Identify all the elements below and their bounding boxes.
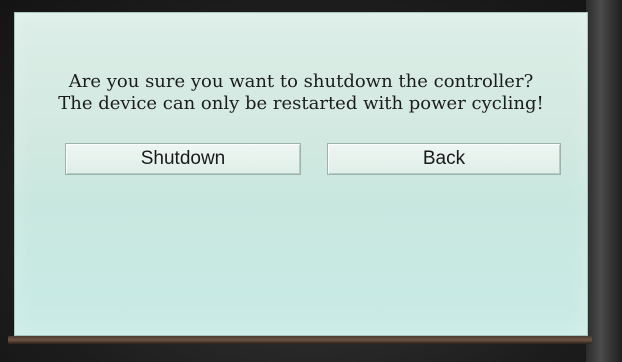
touch-screen: Are you sure you want to shutdown the co… bbox=[14, 12, 588, 336]
shutdown-button[interactable]: Shutdown bbox=[65, 143, 301, 175]
confirmation-message: Are you sure you want to shutdown the co… bbox=[15, 71, 587, 115]
back-button-label: Back bbox=[422, 148, 466, 169]
message-line-1: Are you sure you want to shutdown the co… bbox=[68, 71, 534, 92]
message-line-2: The device can only be restarted with po… bbox=[58, 93, 544, 114]
device-bezel-edge bbox=[586, 0, 622, 362]
back-button[interactable]: Back bbox=[327, 143, 561, 175]
device-bottom-edge bbox=[8, 336, 592, 344]
shutdown-button-label: Shutdown bbox=[140, 148, 226, 169]
